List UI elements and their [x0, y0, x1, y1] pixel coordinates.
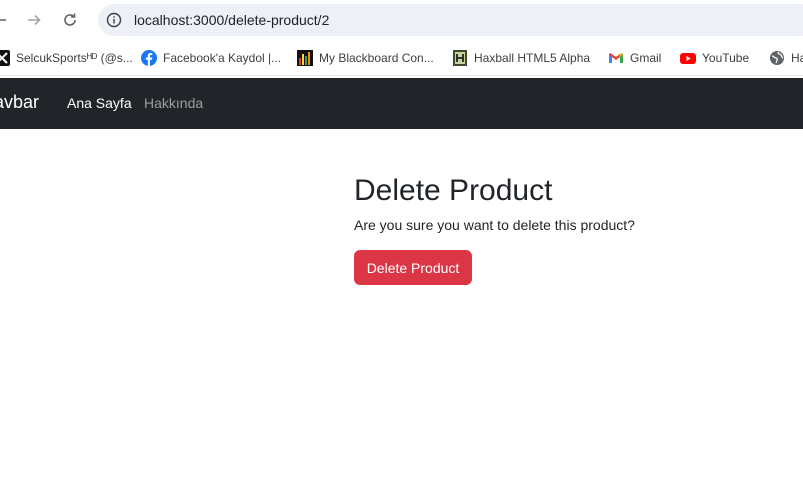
gmail-icon	[608, 50, 624, 66]
bookmark-youtube[interactable]: YouTube	[680, 48, 749, 68]
selcuksports-icon	[0, 50, 10, 66]
page-title: Delete Product	[354, 174, 553, 207]
bookmark-label: Gmail	[630, 51, 662, 65]
back-arrow-icon[interactable]	[0, 8, 12, 32]
bookmark-label: SelcukSportsᴴᴰ (@s...	[16, 51, 133, 65]
address-bar[interactable]: localhost:3000/delete-product/2	[98, 4, 803, 36]
bookmark-blackboard[interactable]: My Blackboard Con...	[297, 48, 434, 68]
nav-link-ana-sayfa[interactable]: Ana Sayfa	[67, 95, 132, 111]
bookmark-label: Haxball HTML5 Alpha	[474, 51, 591, 65]
bookmark-gmail[interactable]: Gmail	[608, 48, 661, 68]
navbar-brand[interactable]: avbar	[0, 92, 39, 113]
confirm-message: Are you sure you want to delete this pro…	[354, 217, 635, 233]
youtube-icon	[680, 50, 696, 66]
bookmark-label: My Blackboard Con...	[319, 51, 434, 65]
blackboard-icon	[297, 50, 313, 66]
app-navbar: avbar Ana Sayfa Hakkında	[0, 78, 803, 129]
globe-icon	[769, 50, 785, 66]
nav-link-hakkinda[interactable]: Hakkında	[144, 95, 203, 111]
bookmark-haxball[interactable]: Haxball HTML5 Alpha	[452, 48, 590, 68]
bookmark-ha[interactable]: Ha	[769, 48, 803, 68]
haxball-icon	[452, 50, 468, 66]
facebook-icon	[141, 50, 157, 66]
url-text[interactable]: localhost:3000/delete-product/2	[134, 12, 329, 28]
bookmark-label: Facebook'a Kaydol |...	[163, 51, 282, 65]
bookmark-selcuksports[interactable]: SelcukSportsᴴᴰ (@s...	[0, 48, 133, 68]
forward-arrow-icon[interactable]	[22, 8, 46, 32]
site-info-icon[interactable]	[106, 12, 122, 28]
bookmark-label: YouTube	[702, 51, 750, 65]
bookmark-label: Ha	[791, 51, 803, 65]
reload-icon[interactable]	[58, 8, 82, 32]
bookmark-facebook[interactable]: Facebook'a Kaydol |...	[141, 48, 281, 68]
bookmarks-bar: SelcukSportsᴴᴰ (@s... Facebook'a Kaydol …	[0, 40, 803, 76]
delete-product-button[interactable]: Delete Product	[354, 250, 472, 285]
browser-toolbar: localhost:3000/delete-product/2	[0, 0, 803, 40]
